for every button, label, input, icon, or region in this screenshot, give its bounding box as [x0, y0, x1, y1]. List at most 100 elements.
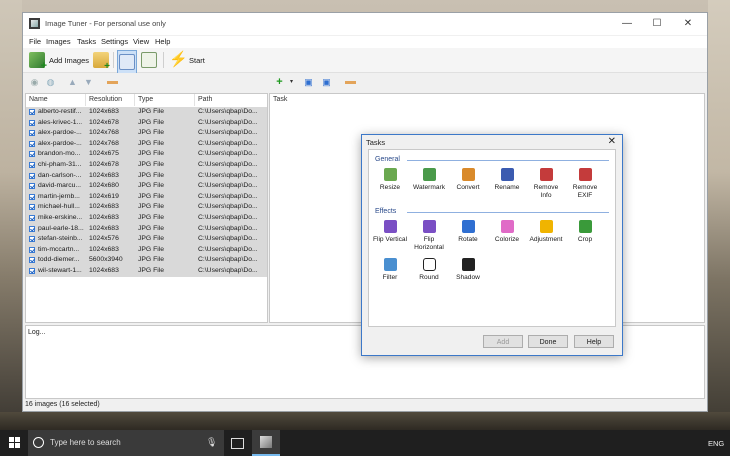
table-row[interactable]: paul-earle-18... 1024x683 JPG File C:\Users… — [26, 223, 267, 235]
done-button[interactable]: Done — [528, 335, 568, 348]
thumbnail-view-icon — [119, 54, 135, 70]
row-checkbox[interactable] — [29, 109, 35, 115]
row-checkbox[interactable] — [29, 119, 35, 126]
table-row[interactable]: todd-diemer... 5600x3940 JPG File C:\Users\… — [26, 255, 267, 266]
remove-task-icon[interactable] — [345, 81, 356, 84]
move-up-icon[interactable]: ▣ — [303, 77, 314, 88]
task-tool-label-2: Horizontal — [414, 243, 444, 251]
cell-resolution: 1024x675 — [89, 150, 119, 158]
table-row[interactable]: alex-pardoe-... 1024x768 JPG File C:\Users\… — [26, 138, 267, 150]
add-button[interactable]: Add — [483, 335, 523, 348]
preview-icon[interactable]: ◉ — [29, 77, 40, 88]
table-row[interactable]: wil-stewart-1... 1024x683 JPG File C:\Users… — [26, 266, 267, 277]
taskbar-search[interactable]: Type here to search 🎙 — [28, 430, 224, 456]
column-header-resolution[interactable]: Resolution — [86, 94, 135, 106]
help-button[interactable]: Help — [574, 335, 614, 348]
language-indicator[interactable]: ENG — [708, 439, 724, 448]
table-row[interactable]: mike-erskine... 1024x683 JPG File C:\Users\… — [26, 213, 267, 224]
column-header-path[interactable]: Path — [195, 94, 267, 106]
add-images-button[interactable]: Add Images — [29, 50, 89, 72]
task-tool-remove-exif[interactable]: Remove EXIF — [566, 168, 604, 199]
start-button[interactable]: ⚡ Start — [169, 50, 205, 70]
microphone-icon[interactable]: 🎙 — [206, 437, 217, 448]
table-row[interactable]: tim-mccartn... 1024x683 JPG File C:\Users\q… — [26, 244, 267, 256]
task-tool-rename[interactable]: Rename — [488, 168, 526, 192]
search-placeholder: Type here to search — [50, 438, 121, 447]
minimize-button[interactable]: — — [612, 16, 642, 32]
thumbnail-view-button[interactable] — [117, 50, 137, 74]
cell-name: dan-carlson-... — [38, 171, 82, 179]
group-effects: Effects — [375, 208, 397, 215]
list-view-button[interactable] — [141, 50, 157, 70]
cell-resolution: 1024x678 — [89, 118, 119, 126]
column-header-name[interactable]: Name — [26, 94, 86, 106]
row-checkbox[interactable] — [29, 140, 35, 147]
menu-tasks[interactable]: Tasks — [77, 37, 96, 46]
row-checkbox[interactable] — [29, 183, 35, 190]
secondary-toolbar: ◉ ◍ ▲ ▼ + ▾ ▣ ▣ — [23, 73, 707, 93]
task-tool-rotate[interactable]: Rotate — [449, 220, 487, 244]
windows-start-icon[interactable] — [9, 437, 21, 449]
task-tool-flip-vertical[interactable]: Flip Vertical — [371, 220, 409, 244]
task-tool-filter[interactable]: Filter — [371, 258, 409, 282]
task-tool-round[interactable]: Round — [410, 258, 448, 282]
table-row[interactable]: martin-jernb... 1024x619 JPG File C:\Users\… — [26, 191, 267, 203]
table-row[interactable]: alex-pardoe-... 1024x768 JPG File C:\Users\… — [26, 128, 267, 139]
row-checkbox[interactable] — [29, 193, 35, 200]
row-checkbox[interactable] — [29, 151, 35, 158]
task-tool-watermark[interactable]: Watermark — [410, 168, 448, 192]
table-row[interactable]: alberto-restif... 1024x683 JPG File C:\User… — [26, 107, 267, 118]
row-checkbox[interactable] — [29, 268, 35, 274]
dialog-close-button[interactable]: ✕ — [608, 136, 616, 147]
row-checkbox[interactable] — [29, 257, 35, 264]
menu-view[interactable]: View — [133, 37, 149, 46]
menu-help[interactable]: Help — [155, 37, 170, 46]
task-tool-crop[interactable]: Crop — [566, 220, 604, 244]
menu-settings[interactable]: Settings — [101, 37, 128, 46]
task-tool-adjustment[interactable]: Adjustment — [527, 220, 565, 244]
close-button[interactable]: ✕ — [673, 16, 703, 32]
table-row[interactable]: brandon-mo... 1024x675 JPG File C:\Users\qb… — [26, 149, 267, 160]
task-tool-label: Rename — [494, 184, 520, 191]
chevron-down-icon[interactable]: ▾ — [286, 77, 297, 88]
column-header-type[interactable]: Type — [135, 94, 195, 106]
move-down-icon[interactable]: ▣ — [321, 77, 332, 88]
task-tool-convert[interactable]: Convert — [449, 168, 487, 192]
table-row[interactable]: dan-carlson-... 1024x683 JPG File C:\Users\… — [26, 170, 267, 182]
task-tool-label: Convert — [456, 184, 480, 191]
sort-desc-icon[interactable]: ▼ — [83, 77, 94, 88]
info-icon[interactable]: ◍ — [45, 77, 56, 88]
task-tool-shadow[interactable]: Shadow — [449, 258, 487, 282]
task-tool-resize[interactable]: Resize — [371, 168, 409, 192]
remove-image-icon[interactable] — [107, 81, 118, 84]
add-task-icon[interactable]: + — [274, 77, 285, 88]
row-checkbox[interactable] — [29, 246, 35, 253]
image-tuner-taskbar-button[interactable] — [252, 430, 280, 456]
row-checkbox[interactable] — [29, 130, 35, 137]
row-checkbox[interactable] — [29, 236, 35, 243]
table-row[interactable]: michael-hull... 1024x683 JPG File C:\Users\… — [26, 202, 267, 213]
row-checkbox[interactable] — [29, 204, 35, 211]
title-bar[interactable]: Image Tuner - For personal use only — ☐ … — [23, 13, 707, 35]
table-row[interactable]: david-marcu... 1024x680 JPG File C:\Users\q… — [26, 181, 267, 192]
task-tool-colorize[interactable]: Colorize — [488, 220, 526, 244]
task-view-icon[interactable] — [231, 438, 244, 449]
task-tool-label: Remove — [533, 184, 559, 191]
cell-name: paul-earle-18... — [38, 224, 84, 232]
add-folder-button[interactable] — [93, 50, 110, 72]
table-row[interactable]: stefan-steinb... 1024x576 JPG File C:\Users… — [26, 234, 267, 245]
sort-asc-icon[interactable]: ▲ — [67, 77, 78, 88]
menu-images[interactable]: Images — [46, 37, 71, 46]
task-tool-remove-info[interactable]: Remove Info — [527, 168, 565, 199]
menu-file[interactable]: File — [29, 37, 41, 46]
row-checkbox[interactable] — [29, 215, 35, 221]
cell-name: mike-erskine... — [38, 214, 83, 221]
column-header-task[interactable]: Task — [270, 94, 704, 106]
task-tool-flip-horizontal[interactable]: Flip Horizontal — [410, 220, 448, 251]
table-row[interactable]: ales-krivec-1... 1024x678 JPG File C:\Users… — [26, 117, 267, 129]
row-checkbox[interactable] — [29, 172, 35, 179]
maximize-button[interactable]: ☐ — [642, 16, 672, 32]
table-row[interactable]: chi-pham-31... 1024x678 JPG File C:\Users\q… — [26, 160, 267, 171]
row-checkbox[interactable] — [29, 162, 35, 168]
row-checkbox[interactable] — [29, 225, 35, 232]
